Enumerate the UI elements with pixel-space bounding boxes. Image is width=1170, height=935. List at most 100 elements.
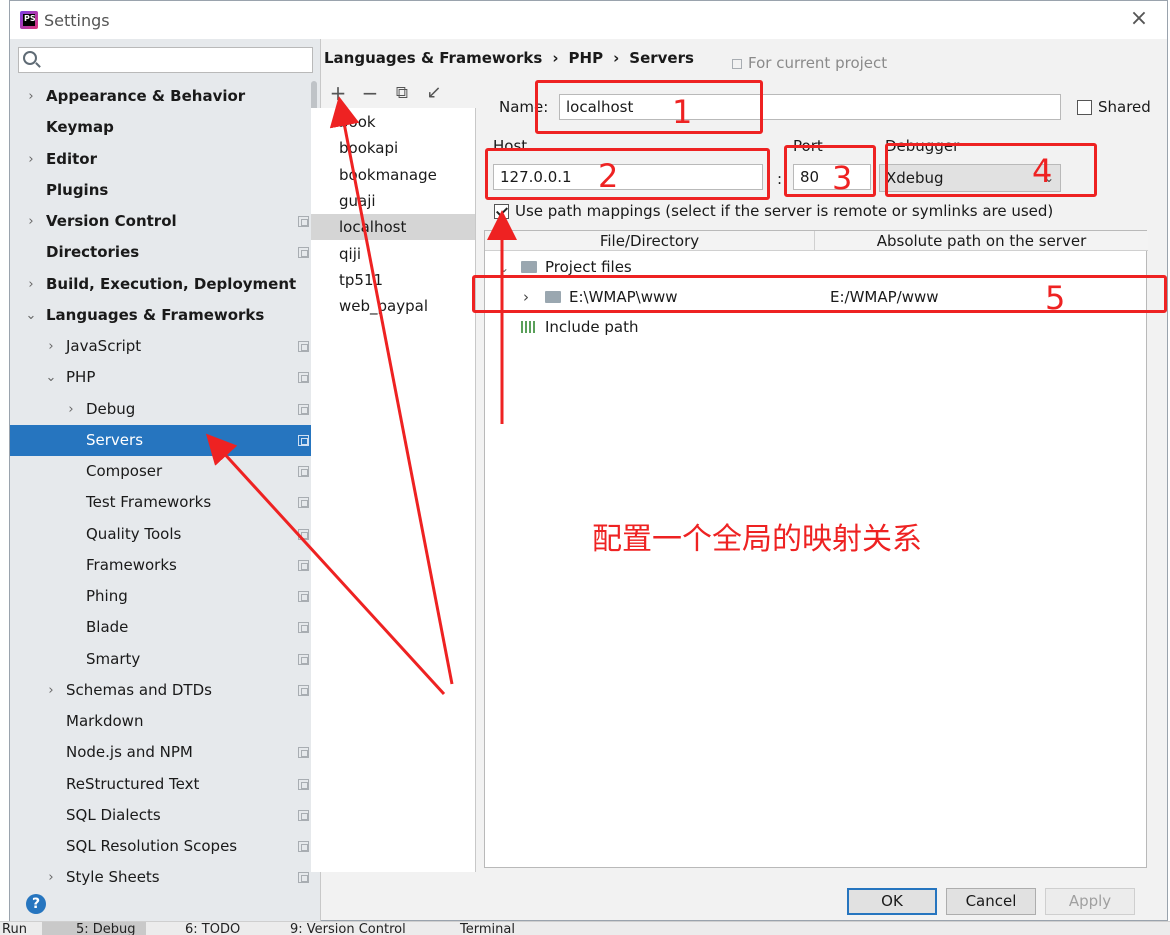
sidebar-item-label: Frameworks	[86, 555, 177, 574]
server-list-item[interactable]: tp511	[311, 267, 475, 293]
sidebar-item-label: Editor	[46, 149, 97, 168]
project-scope-icon	[298, 341, 309, 352]
import-icon[interactable]: ↙	[422, 82, 446, 106]
add-icon[interactable]: +	[326, 82, 350, 106]
sidebar-item[interactable]: Blade	[10, 612, 320, 643]
project-scope-icon	[298, 684, 309, 696]
sidebar-item[interactable]: Frameworks	[10, 550, 320, 581]
breadcrumb-separator: ›	[552, 49, 559, 67]
project-scope-icon	[298, 778, 309, 790]
shared-label: Shared	[1098, 98, 1151, 116]
server-list-item[interactable]: qiji	[311, 241, 475, 267]
server-list-item[interactable]: web_paypal	[311, 293, 475, 319]
sidebar-item-label: Version Control	[46, 212, 177, 230]
sidebar-item[interactable]: Smarty	[10, 644, 320, 675]
cancel-button[interactable]: Cancel	[946, 888, 1036, 915]
sidebar-item[interactable]: Composer	[10, 456, 320, 487]
chevron-right-icon[interactable]: ›	[24, 206, 38, 237]
sidebar-item-label: PHP	[66, 368, 96, 387]
sidebar-item[interactable]: ReStructured Text	[10, 769, 320, 800]
absolute-path-header[interactable]: Absolute path on the server	[815, 231, 1148, 251]
annotation-number-2: 2	[598, 157, 619, 195]
sidebar-item[interactable]: › Schemas and DTDs	[10, 675, 320, 706]
annotation-number-1: 1	[672, 93, 693, 131]
server-list-item[interactable]: bookapi	[311, 135, 475, 161]
ok-button[interactable]: OK	[847, 888, 937, 915]
sidebar-item[interactable]: Plugins	[10, 175, 320, 206]
close-icon[interactable]: ×	[1129, 8, 1149, 30]
chevron-right-icon[interactable]: ›	[64, 394, 78, 425]
sidebar-item[interactable]: › Editor	[10, 144, 320, 175]
sidebar-item[interactable]: › Appearance & Behavior	[10, 81, 320, 112]
breadcrumb-separator: ›	[613, 49, 620, 67]
sidebar-item[interactable]: Node.js and NPM	[10, 737, 320, 768]
sidebar-item[interactable]: Directories	[10, 237, 320, 268]
include-path-row[interactable]: Include path	[521, 315, 638, 339]
sidebar-item[interactable]: ⌄ Languages & Frameworks	[10, 300, 320, 331]
shared-checkbox[interactable]	[1077, 100, 1092, 115]
project-scope-icon	[298, 747, 309, 759]
sidebar-item[interactable]: › JavaScript	[10, 331, 320, 362]
chevron-right-icon[interactable]: ›	[24, 269, 38, 300]
apply-button[interactable]: Apply	[1045, 888, 1135, 915]
debug-tab[interactable]: 5: Debug	[42, 922, 146, 935]
use-path-mappings-checkbox[interactable]	[494, 204, 509, 219]
chevron-right-icon[interactable]: ›	[24, 81, 38, 112]
chevron-down-icon[interactable]: ⌄	[44, 362, 58, 393]
sidebar-item-label: Appearance & Behavior	[46, 87, 246, 105]
chevron-right-icon[interactable]: ›	[24, 144, 38, 175]
server-list-item[interactable]: guaji	[311, 188, 475, 214]
server-list-item[interactable]: bookmanage	[311, 162, 475, 188]
project-scope-icon	[298, 591, 309, 602]
sidebar-item-label: Composer	[86, 462, 163, 480]
sidebar-item[interactable]: Quality Tools	[10, 519, 320, 550]
project-scope-icon	[298, 872, 309, 884]
sidebar-item[interactable]: SQL Dialects	[10, 800, 320, 831]
sidebar-item[interactable]: › Debug	[10, 394, 320, 425]
breadcrumb-languages: Languages & Frameworks	[324, 49, 543, 67]
copy-icon[interactable]: ⧉	[390, 82, 414, 106]
sidebar-item[interactable]: › Style Sheets	[10, 862, 320, 893]
search-field[interactable]	[18, 47, 313, 73]
file-directory-header[interactable]: File/Directory	[485, 231, 815, 251]
annotation-number-3: 3	[832, 159, 853, 197]
project-scope-icon	[298, 216, 309, 227]
ide-bottom-toolbar: Run 5: Debug 6: TODO 9: Version Control …	[0, 921, 1170, 935]
version-control-tab[interactable]: 9: Version Control	[290, 922, 406, 935]
project-scope-icon	[298, 403, 309, 415]
project-files-label: Project files	[545, 258, 632, 276]
sidebar-item-label: Smarty	[86, 649, 141, 668]
project-scope-icon	[298, 372, 309, 384]
sidebar-item-label: Style Sheets	[66, 868, 160, 887]
sidebar-item[interactable]: Keymap	[10, 112, 320, 143]
sidebar-item[interactable]: › Build, Execution, Deployment	[10, 269, 320, 300]
sidebar-item-label: JavaScript	[66, 337, 142, 355]
chevron-right-icon[interactable]: ›	[44, 862, 58, 893]
sidebar-item-label: SQL Resolution Scopes	[66, 837, 238, 855]
chevron-right-icon[interactable]: ›	[44, 331, 58, 362]
sidebar-item-label: ReStructured Text	[66, 774, 200, 793]
remove-icon[interactable]: −	[358, 82, 382, 106]
sidebar-item[interactable]: Phing	[10, 581, 320, 612]
search-input[interactable]	[43, 50, 308, 70]
title-bar: PS Settings ×	[10, 1, 1167, 39]
terminal-tab[interactable]: Terminal	[460, 922, 515, 935]
chevron-down-icon[interactable]: ⌄	[24, 300, 38, 331]
chevron-right-icon[interactable]: ›	[44, 675, 58, 706]
server-list-item[interactable]: book	[311, 109, 475, 135]
sidebar-item[interactable]: › Version Control	[10, 206, 320, 237]
server-list-item[interactable]: localhost	[311, 214, 475, 241]
help-icon[interactable]: ?	[26, 894, 46, 914]
sidebar-item[interactable]: ⌄ PHP	[10, 362, 320, 393]
todo-tab[interactable]: 6: TODO	[185, 922, 240, 935]
sidebar-item[interactable]: Markdown	[10, 706, 320, 737]
sidebar-item[interactable]: Test Frameworks	[10, 487, 320, 518]
server-list: book bookapi bookmanage guaji localhost qiji t…	[311, 108, 476, 872]
project-scope-icon	[298, 841, 309, 852]
sidebar-item[interactable]: Servers	[10, 424, 320, 456]
run-tab[interactable]: Run	[2, 922, 27, 935]
project-scope-icon	[298, 559, 309, 571]
sidebar-item[interactable]: SQL Resolution Scopes	[10, 831, 320, 862]
folder-icon	[521, 261, 537, 273]
breadcrumb-servers: Servers	[629, 49, 694, 67]
